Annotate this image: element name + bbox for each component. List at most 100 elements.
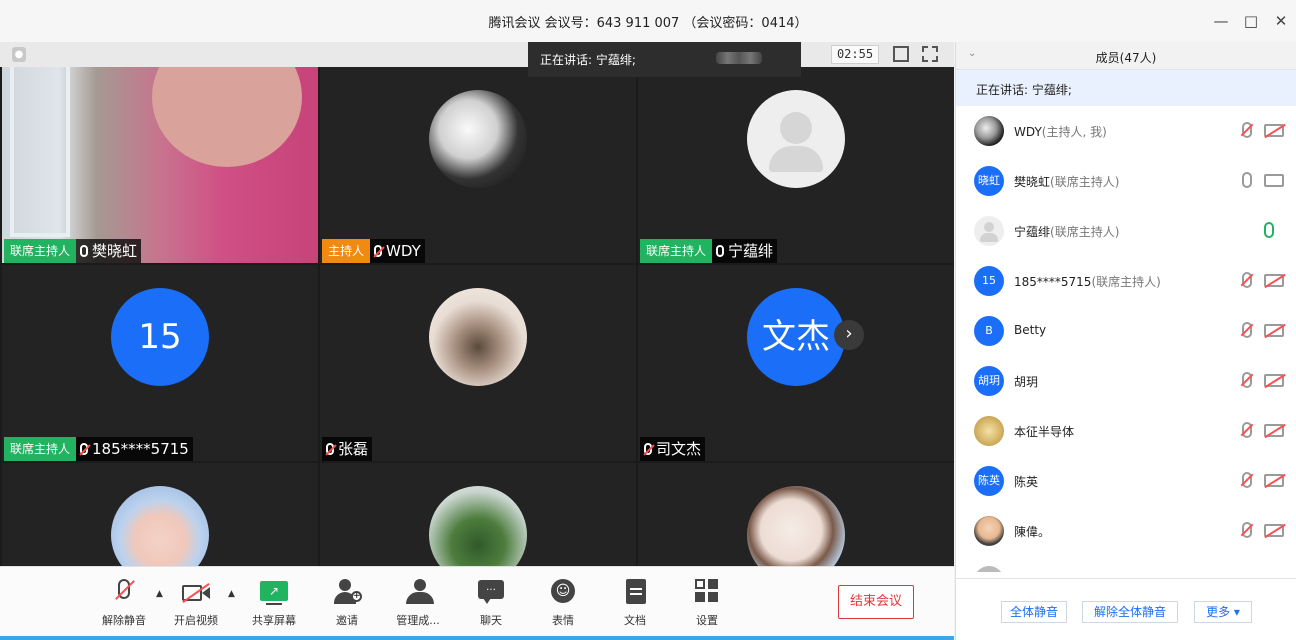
avatar: B — [974, 316, 1004, 346]
speaking-indicator: 正在讲话: 宁蕴绯; — [956, 70, 1296, 106]
person-head-icon — [780, 112, 812, 144]
tile-name-tag: 张磊 — [322, 437, 373, 461]
mic-muted-icon[interactable] — [1242, 422, 1252, 438]
maximize-icon[interactable]: □ — [1240, 10, 1262, 32]
security-shield-icon[interactable]: ● — [12, 47, 26, 62]
minimize-icon[interactable]: — — [1210, 10, 1232, 32]
unmute-button[interactable]: 解除静音 — [94, 579, 154, 639]
member-row[interactable]: 陈英 陈英 — [956, 456, 1296, 506]
settings-label: 设置 — [696, 614, 718, 627]
next-page-arrow-icon[interactable]: › — [834, 320, 864, 350]
end-meeting-button[interactable]: 结束会议 — [838, 585, 914, 619]
member-row-partial[interactable] — [956, 556, 1296, 572]
reaction-label: 表情 — [552, 614, 574, 627]
member-name: Betty — [1014, 323, 1047, 337]
settings-button[interactable]: 设置 — [677, 579, 737, 639]
blurred-graphic — [716, 52, 762, 64]
video-tile[interactable] — [2, 463, 318, 566]
layout-icon[interactable] — [893, 46, 909, 62]
participant-name: 185****5715 — [92, 440, 189, 458]
member-row[interactable]: WDY(主持人, 我) — [956, 106, 1296, 156]
meeting-toolbar: 解除静音 ▲ 开启视频 ▲ ↗ 共享屏幕 + 邀请 管理成... … 聊天 ☺ … — [0, 566, 954, 640]
video-tile[interactable]: 联席主持人 宁蕴绯 — [638, 67, 954, 263]
avatar: 陈英 — [974, 466, 1004, 496]
avatar — [429, 486, 527, 566]
share-screen-button[interactable]: ↗ 共享屏幕 — [244, 579, 304, 639]
unmute-all-button[interactable]: 解除全体静音 — [1082, 601, 1178, 623]
chat-label: 聊天 — [480, 614, 502, 627]
caret-up-icon[interactable]: ▲ — [156, 589, 163, 599]
mic-muted-icon — [110, 579, 138, 605]
member-name: 本征半导体 — [1014, 425, 1075, 439]
member-row[interactable]: 陳偉。 — [956, 506, 1296, 556]
close-icon[interactable]: ✕ — [1270, 10, 1292, 32]
manage-members-button[interactable]: 管理成... — [388, 579, 448, 639]
mic-muted-icon[interactable] — [1242, 122, 1252, 138]
member-role: (联席主持人) — [1050, 225, 1120, 239]
mic-icon[interactable] — [1242, 172, 1252, 188]
members-panel: ⌄ 成员(47人) 正在讲话: 宁蕴绯; WDY(主持人, 我) 晓虹 樊晓虹(… — [955, 42, 1296, 640]
member-role: (联席主持人) — [1050, 175, 1120, 189]
participant-name: 司文杰 — [656, 440, 702, 458]
member-row[interactable]: 本征半导体 — [956, 406, 1296, 456]
camera-icon[interactable] — [1264, 174, 1284, 187]
chat-button[interactable]: … 聊天 — [461, 579, 521, 639]
camera-off-icon[interactable] — [1264, 274, 1284, 287]
member-name: 185****5715 — [1014, 275, 1092, 289]
invite-button[interactable]: + 邀请 — [317, 579, 377, 639]
video-tile[interactable]: 主持人 WDY — [320, 67, 636, 263]
mic-muted-icon[interactable] — [1242, 322, 1252, 338]
more-button[interactable]: 更多 ▾ — [1194, 601, 1252, 623]
default-avatar — [747, 90, 845, 188]
member-name: 陳偉。 — [1014, 525, 1051, 539]
mic-muted-icon[interactable] — [1242, 272, 1252, 288]
speaking-popup: 正在讲话: 宁蕴绯; — [528, 42, 801, 77]
camera-off-icon — [182, 579, 210, 605]
add-user-icon: + — [333, 579, 362, 605]
documents-button[interactable]: 文档 — [605, 579, 665, 639]
reaction-button[interactable]: ☺ 表情 — [533, 579, 593, 639]
avatar — [974, 116, 1004, 146]
mic-icon — [716, 245, 725, 257]
mic-active-icon[interactable] — [1264, 222, 1274, 238]
member-row[interactable]: B Betty — [956, 306, 1296, 356]
avatar — [111, 486, 209, 566]
member-row[interactable]: 宁蕴绯(联席主持人) — [956, 206, 1296, 256]
caret-up-icon[interactable]: ▲ — [228, 589, 235, 599]
members-list: WDY(主持人, 我) 晓虹 樊晓虹(联席主持人) 宁蕴绯(联席主持人) 15 … — [956, 106, 1296, 572]
video-tile[interactable]: 联席主持人 樊晓虹 — [2, 67, 318, 263]
member-row[interactable]: 胡玥 胡玥 — [956, 356, 1296, 406]
fullscreen-icon[interactable] — [922, 46, 938, 62]
camera-off-icon[interactable] — [1264, 374, 1284, 387]
start-video-button[interactable]: 开启视频 — [166, 579, 226, 639]
manage-members-label: 管理成... — [396, 614, 440, 627]
mic-muted-icon[interactable] — [1242, 372, 1252, 388]
share-screen-icon: ↗ — [260, 579, 288, 605]
mic-icon — [80, 245, 89, 257]
grid-settings-icon — [693, 579, 721, 605]
mic-muted-icon[interactable] — [1242, 472, 1252, 488]
avatar: 15 — [111, 288, 209, 386]
video-tile[interactable]: 文杰 司文杰 — [638, 265, 954, 461]
camera-off-icon[interactable] — [1264, 424, 1284, 437]
video-tile[interactable] — [638, 463, 954, 566]
camera-off-icon[interactable] — [1264, 324, 1284, 337]
member-row[interactable]: 15 185****5715(联席主持人) — [956, 256, 1296, 306]
member-row[interactable]: 晓虹 樊晓虹(联席主持人) — [956, 156, 1296, 206]
video-grid: 联席主持人 樊晓虹 主持人 WDY 联席主持人 宁蕴绯 15 联席主持人 185… — [0, 67, 954, 566]
video-tile[interactable]: 张磊 — [320, 265, 636, 461]
member-role: (主持人, 我) — [1041, 125, 1107, 139]
member-name: 宁蕴绯 — [1014, 225, 1051, 239]
member-name: 樊晓虹 — [1014, 175, 1051, 189]
members-panel-footer: 全体静音 解除全体静音 更多 ▾ — [956, 578, 1296, 640]
video-tile[interactable]: 15 联席主持人 185****5715 — [2, 265, 318, 461]
mute-all-button[interactable]: 全体静音 — [1001, 601, 1067, 623]
camera-off-icon[interactable] — [1264, 474, 1284, 487]
avatar — [974, 516, 1004, 546]
video-tile[interactable] — [320, 463, 636, 566]
mic-muted-icon — [644, 443, 652, 455]
camera-off-icon[interactable] — [1264, 524, 1284, 537]
member-name: WDY — [1014, 125, 1042, 139]
mic-muted-icon[interactable] — [1242, 522, 1252, 538]
camera-off-icon[interactable] — [1264, 124, 1284, 137]
